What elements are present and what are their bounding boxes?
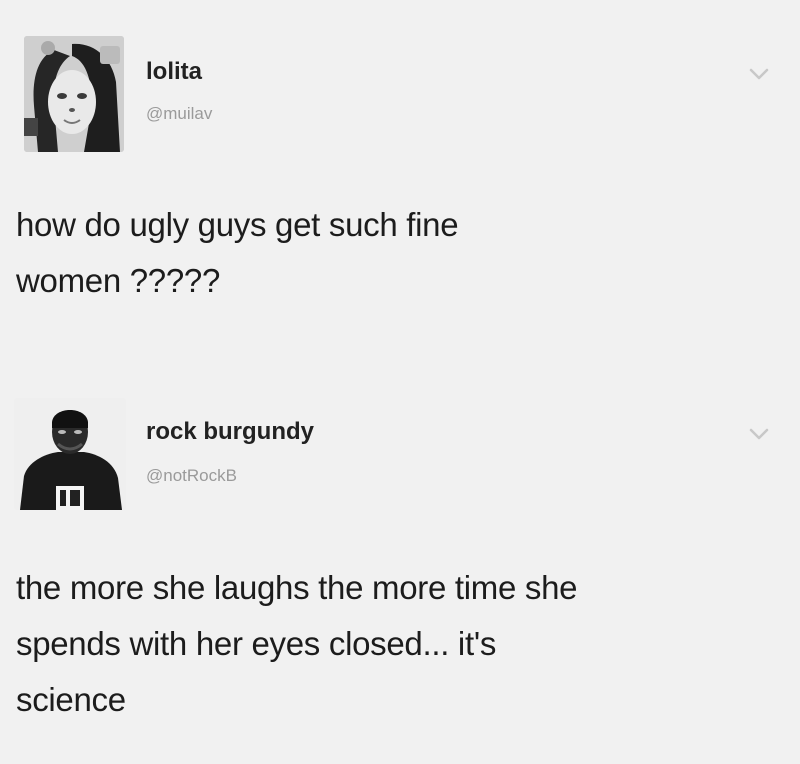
tweet-text-line: women ?????: [16, 262, 221, 299]
user-handle[interactable]: @notRockB: [146, 466, 237, 486]
tweet-text-line: the more she laughs the more time she: [16, 569, 578, 606]
avatar-photo: [24, 36, 124, 152]
tweet-text: the more she laughs the more time she sp…: [16, 560, 776, 728]
display-name[interactable]: lolita: [146, 58, 202, 86]
avatar[interactable]: [14, 398, 126, 510]
tweet-text: how do ugly guys get such fine women ???…: [16, 197, 776, 309]
tweet[interactable]: lolita @muilav how do ugly guys get such…: [0, 0, 800, 370]
display-name[interactable]: rock burgundy: [146, 418, 314, 446]
tweet[interactable]: rock burgundy @notRockB the more she lau…: [0, 370, 800, 764]
avatar[interactable]: [24, 36, 124, 152]
chevron-down-icon[interactable]: [748, 66, 770, 82]
chevron-down-icon[interactable]: [748, 426, 770, 442]
user-handle[interactable]: @muilav: [146, 104, 212, 124]
avatar-photo: [14, 398, 126, 510]
tweet-text-line: spends with her eyes closed... it's: [16, 625, 497, 662]
tweet-text-line: how do ugly guys get such fine: [16, 206, 459, 243]
tweet-text-line: science: [16, 681, 126, 718]
